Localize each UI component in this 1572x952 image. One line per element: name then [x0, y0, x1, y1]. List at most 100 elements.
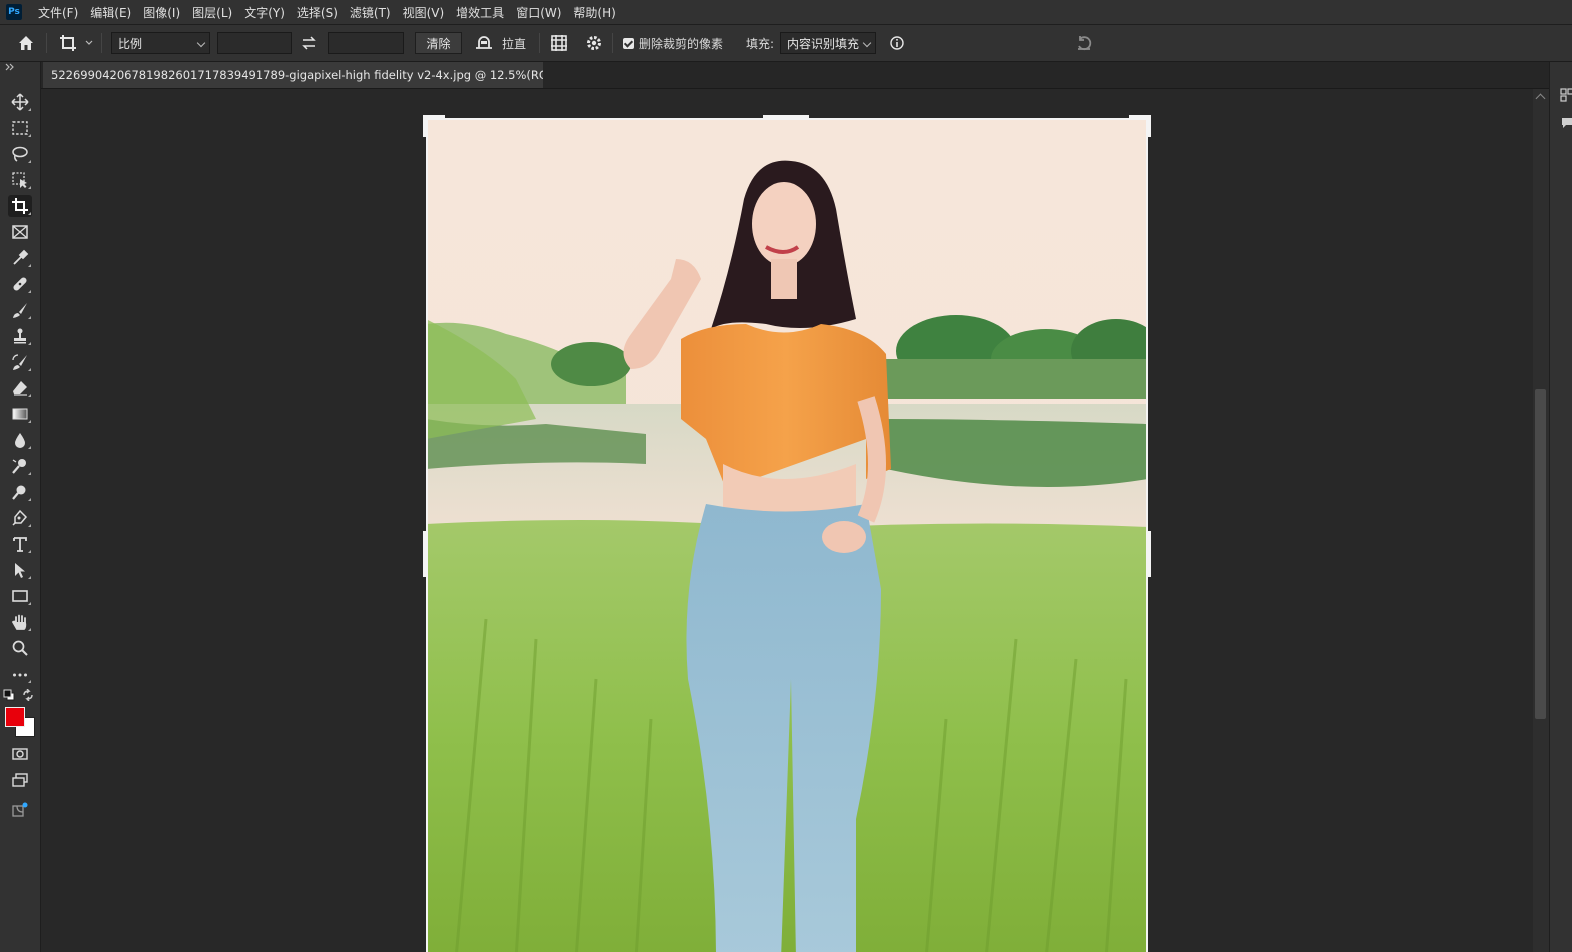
brush-icon — [13, 303, 27, 318]
hand-tool[interactable] — [8, 611, 32, 633]
crop-tool[interactable] — [8, 195, 32, 217]
separator — [46, 33, 47, 53]
gradient-tool[interactable] — [8, 403, 32, 425]
scroll-up-icon[interactable] — [1535, 93, 1546, 104]
menu-filter[interactable]: 滤镜(T) — [344, 4, 397, 21]
home-button[interactable] — [16, 25, 36, 61]
ellipsis-icon — [13, 673, 27, 677]
photoshop-logo-icon: Ps — [6, 4, 22, 20]
vertical-scrollbar[interactable] — [1533, 89, 1549, 952]
object-selection-icon — [12, 172, 27, 188]
default-colors-icon[interactable] — [3, 689, 15, 701]
ratio-select[interactable]: 比例 — [111, 32, 210, 54]
screen-mode-button[interactable] — [8, 769, 32, 791]
crop-handle-top[interactable] — [763, 115, 809, 119]
menu-file[interactable]: 文件(F) — [32, 4, 84, 21]
eyedropper-tool[interactable] — [8, 247, 32, 269]
menu-layer[interactable]: 图层(L) — [186, 4, 238, 21]
zoom-in-tool[interactable] — [8, 481, 32, 503]
document-tab[interactable]: 52269904206781982601717839491789-gigapix… — [43, 62, 543, 88]
comment-icon[interactable] — [1560, 116, 1572, 130]
object-select-tool[interactable] — [8, 169, 32, 191]
menu-help[interactable]: 帮助(H) — [567, 4, 621, 21]
foreground-color-swatch[interactable] — [5, 707, 25, 727]
collapsed-panels-strip — [1549, 62, 1572, 952]
more-tools[interactable] — [8, 663, 32, 685]
fill-label: 填充: — [746, 36, 775, 51]
canvas-area[interactable] — [41, 89, 1533, 952]
menu-bar: Ps 文件(F) 编辑(E) 图像(I) 图层(L) 文字(Y) 选择(S) 滤… — [0, 0, 1572, 25]
height-input[interactable] — [328, 32, 404, 54]
quick-mask-icon — [12, 748, 28, 760]
delete-cropped-pixels-label: 删除裁剪的像素 — [639, 36, 724, 51]
menu-plugins[interactable]: 增效工具 — [450, 4, 510, 21]
options-bar: 比例 清除 拉直 删除裁剪的像素 填充: 内容识别填充 — [0, 25, 1572, 62]
chevron-down-icon — [862, 38, 872, 48]
path-select-tool[interactable] — [8, 559, 32, 581]
bandage-icon — [13, 277, 27, 291]
blur-tool[interactable] — [8, 429, 32, 451]
eraser-tool[interactable] — [8, 377, 32, 399]
menu-view[interactable]: 视图(V) — [397, 4, 451, 21]
swap-dimensions-button[interactable] — [301, 25, 317, 61]
healing-brush-tool[interactable] — [8, 273, 32, 295]
scrollbar-thumb[interactable] — [1535, 389, 1546, 719]
reset-crop-button[interactable] — [1075, 25, 1093, 61]
crop-handle-top-right[interactable] — [1147, 115, 1151, 137]
width-input[interactable] — [217, 32, 292, 54]
chevron-down-icon — [85, 40, 93, 45]
fill-select[interactable]: 内容识别填充 — [780, 32, 876, 54]
menu-select[interactable]: 选择(S) — [291, 4, 344, 21]
type-icon — [13, 537, 27, 552]
move-tool[interactable] — [8, 91, 32, 113]
menu-image[interactable]: 图像(I) — [137, 4, 186, 21]
overlay-grid-button[interactable] — [550, 25, 568, 61]
crop-preset-button[interactable] — [58, 25, 94, 61]
clear-button[interactable]: 清除 — [415, 32, 462, 54]
marquee-tool[interactable] — [8, 117, 32, 139]
expand-panel-icon[interactable] — [5, 63, 15, 71]
rectangular-marquee-icon — [12, 121, 28, 135]
fill-info-button[interactable] — [889, 25, 905, 61]
crop-settings-button[interactable] — [585, 25, 603, 61]
panel-grid-icon[interactable] — [1560, 88, 1572, 102]
fill-select-value: 内容识别填充 — [787, 36, 860, 51]
water-drop-icon — [15, 433, 25, 448]
menu-window[interactable]: 窗口(W) — [510, 4, 567, 21]
crop-bounding-box[interactable] — [426, 118, 1148, 952]
document-tab-title: 52269904206781982601717839491789-gigapix… — [51, 68, 543, 82]
arrow-cursor-icon — [15, 563, 25, 578]
straighten-button[interactable]: 拉直 — [474, 25, 526, 61]
stamp-tool[interactable] — [8, 325, 32, 347]
eyedropper-icon — [13, 249, 29, 265]
clone-stamp-icon — [14, 328, 26, 344]
type-tool[interactable] — [8, 533, 32, 555]
delete-cropped-pixels-checkbox[interactable]: 删除裁剪的像素 — [623, 25, 723, 61]
dodge-tool[interactable] — [8, 455, 32, 477]
menu-edit[interactable]: 编辑(E) — [84, 4, 137, 21]
swap-colors-icon[interactable] — [22, 689, 34, 701]
separator — [101, 33, 102, 53]
crop-handle-top-left[interactable] — [423, 115, 427, 137]
level-icon — [476, 36, 492, 49]
quick-mask-button[interactable] — [8, 743, 32, 765]
generative-tool[interactable] — [8, 799, 32, 821]
brush-tool[interactable] — [8, 299, 32, 321]
zoom-tool[interactable] — [8, 637, 32, 659]
frame-tool[interactable] — [8, 221, 32, 243]
chevron-down-icon — [196, 38, 206, 48]
straighten-label: 拉直 — [502, 36, 527, 51]
screen-mode-icon — [12, 773, 28, 787]
lasso-tool[interactable] — [8, 143, 32, 165]
menu-type[interactable]: 文字(Y) — [238, 4, 291, 21]
info-icon — [890, 36, 904, 50]
checkbox-checked — [623, 37, 634, 49]
gradient-icon — [12, 408, 28, 420]
history-brush-tool[interactable] — [8, 351, 32, 373]
crop-handle-left[interactable] — [423, 531, 427, 577]
pen-tool[interactable] — [8, 507, 32, 529]
home-icon — [19, 36, 33, 50]
rectangle-tool[interactable] — [8, 585, 32, 607]
ratio-select-value: 比例 — [118, 36, 143, 51]
crop-handle-right[interactable] — [1147, 531, 1151, 577]
